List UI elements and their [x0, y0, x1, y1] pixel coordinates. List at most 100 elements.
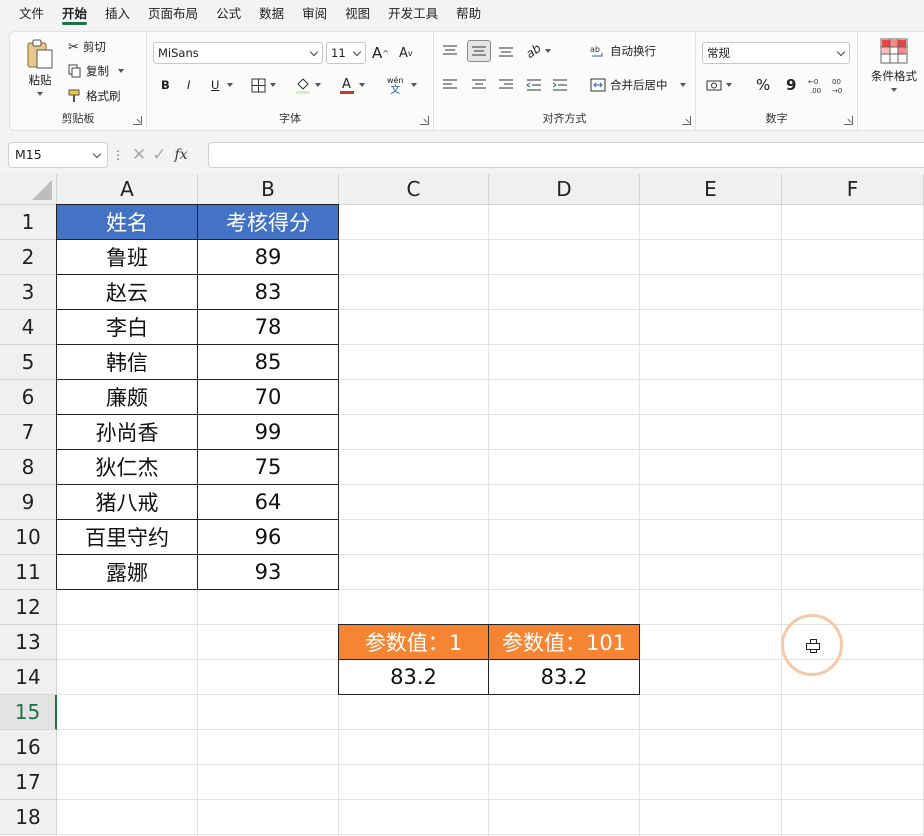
menu-insert[interactable]: 插入 — [96, 0, 139, 28]
row-header-3[interactable]: 3 — [0, 275, 57, 310]
param-value-cell[interactable]: 83.2 — [488, 659, 640, 695]
font-size-select[interactable]: 11 — [326, 42, 366, 64]
row-header-6[interactable]: 6 — [0, 380, 57, 415]
accounting-format-button[interactable] — [706, 74, 732, 96]
alignment-launcher-icon[interactable] — [682, 116, 691, 125]
select-all-corner[interactable] — [0, 174, 57, 205]
insert-function-icon[interactable]: fx — [175, 147, 188, 163]
row-header-13[interactable]: 13 — [0, 625, 57, 660]
fill-color-button[interactable] — [295, 74, 321, 96]
name-box[interactable]: M15 — [8, 142, 108, 168]
name-cell[interactable]: 露娜 — [56, 554, 198, 590]
clipboard-launcher-icon[interactable] — [133, 116, 142, 125]
param-value-cell[interactable]: 83.2 — [338, 659, 489, 695]
table-header-cell[interactable]: 考核得分 — [197, 204, 339, 240]
menu-data[interactable]: 数据 — [250, 0, 293, 28]
name-cell[interactable]: 韩信 — [56, 344, 198, 380]
name-cell[interactable]: 廉颇 — [56, 379, 198, 415]
row-header-17[interactable]: 17 — [0, 765, 57, 800]
cancel-icon[interactable]: ✕ — [132, 145, 146, 165]
merge-center-button[interactable]: 合并后居中 — [590, 74, 686, 96]
name-cell[interactable]: 赵云 — [56, 274, 198, 310]
menu-formulas[interactable]: 公式 — [207, 0, 250, 28]
menu-view[interactable]: 视图 — [336, 0, 379, 28]
row-header-18[interactable]: 18 — [0, 800, 57, 835]
score-cell[interactable]: 64 — [197, 484, 339, 520]
paste-button[interactable]: 粘贴 — [20, 38, 60, 100]
align-left-button[interactable] — [442, 74, 458, 96]
param-header-cell[interactable]: 参数值：1 — [338, 624, 489, 660]
underline-button[interactable]: U — [211, 74, 234, 96]
name-cell[interactable]: 猪八戒 — [56, 484, 198, 520]
menu-review[interactable]: 审阅 — [293, 0, 336, 28]
font-launcher-icon[interactable] — [420, 116, 429, 125]
cut-button[interactable]: ✂ 剪切 — [68, 36, 106, 58]
column-header-d[interactable]: D — [489, 174, 640, 205]
score-cell[interactable]: 99 — [197, 414, 339, 450]
score-cell[interactable]: 83 — [197, 274, 339, 310]
score-cell[interactable]: 78 — [197, 309, 339, 345]
orientation-button[interactable]: ab — [523, 40, 551, 62]
name-cell[interactable]: 鲁班 — [56, 239, 198, 275]
menu-home[interactable]: 开始 — [53, 0, 96, 28]
conditional-format-button[interactable]: 条件格式 — [864, 38, 924, 92]
row-header-15[interactable]: 15 — [0, 695, 57, 730]
increase-font-button[interactable]: A ^ — [372, 42, 389, 64]
score-cell[interactable]: 89 — [197, 239, 339, 275]
align-top-button[interactable] — [442, 40, 458, 62]
row-header-7[interactable]: 7 — [0, 415, 57, 450]
row-header-16[interactable]: 16 — [0, 730, 57, 765]
score-cell[interactable]: 93 — [197, 554, 339, 590]
comma-button[interactable]: 9 — [786, 74, 796, 96]
name-cell[interactable]: 孙尚香 — [56, 414, 198, 450]
format-painter-button[interactable]: 格式刷 — [68, 85, 121, 107]
score-cell[interactable]: 70 — [197, 379, 339, 415]
align-center-button[interactable] — [471, 74, 487, 96]
row-header-2[interactable]: 2 — [0, 240, 57, 275]
number-format-select[interactable]: 常规 — [702, 42, 850, 64]
menu-file[interactable]: 文件 — [0, 0, 53, 28]
italic-button[interactable]: I — [187, 74, 190, 96]
phonetic-dropdown-icon[interactable] — [411, 83, 417, 87]
row-header-1[interactable]: 1 — [0, 205, 57, 240]
row-header-12[interactable]: 12 — [0, 590, 57, 625]
row-header-5[interactable]: 5 — [0, 345, 57, 380]
increase-decimal-button[interactable]: ←0.00 — [808, 74, 826, 96]
decrease-indent-button[interactable] — [526, 74, 542, 96]
more-options-icon[interactable]: ⋮ — [112, 148, 124, 162]
column-header-b[interactable]: B — [198, 174, 339, 205]
formula-input[interactable] — [208, 142, 924, 168]
column-header-a[interactable]: A — [57, 174, 198, 205]
score-cell[interactable]: 96 — [197, 519, 339, 555]
row-header-10[interactable]: 10 — [0, 520, 57, 555]
name-cell[interactable]: 狄仁杰 — [56, 449, 198, 485]
table-header-cell[interactable]: 姓名 — [56, 204, 198, 240]
font-name-select[interactable]: MiSans — [153, 42, 323, 64]
bold-button[interactable]: B — [161, 74, 170, 96]
percent-button[interactable]: % — [756, 74, 770, 96]
name-cell[interactable]: 百里守约 — [56, 519, 198, 555]
menu-help[interactable]: 帮助 — [447, 0, 490, 28]
enter-check-icon[interactable]: ✓ — [152, 145, 166, 165]
column-header-c[interactable]: C — [339, 174, 489, 205]
score-cell[interactable]: 85 — [197, 344, 339, 380]
number-launcher-icon[interactable] — [844, 116, 853, 125]
align-bottom-button[interactable] — [498, 40, 514, 62]
param-header-cell[interactable]: 参数值：101 — [488, 624, 640, 660]
decrease-decimal-button[interactable]: 00 →0 — [832, 74, 850, 96]
align-middle-button[interactable] — [467, 40, 491, 62]
row-header-9[interactable]: 9 — [0, 485, 57, 520]
column-header-f[interactable]: F — [782, 174, 924, 205]
menu-developer[interactable]: 开发工具 — [379, 0, 447, 28]
wrap-text-button[interactable]: ab 自动换行 — [590, 40, 656, 62]
phonetic-button[interactable]: wén 文 — [387, 72, 404, 100]
decrease-font-button[interactable]: Av — [399, 42, 413, 64]
menu-page-layout[interactable]: 页面布局 — [139, 0, 207, 28]
row-header-8[interactable]: 8 — [0, 450, 57, 485]
row-header-4[interactable]: 4 — [0, 310, 57, 345]
score-cell[interactable]: 75 — [197, 449, 339, 485]
font-color-button[interactable]: A — [339, 74, 365, 96]
row-header-11[interactable]: 11 — [0, 555, 57, 590]
increase-indent-button[interactable] — [552, 74, 568, 96]
align-right-button[interactable] — [498, 74, 514, 96]
